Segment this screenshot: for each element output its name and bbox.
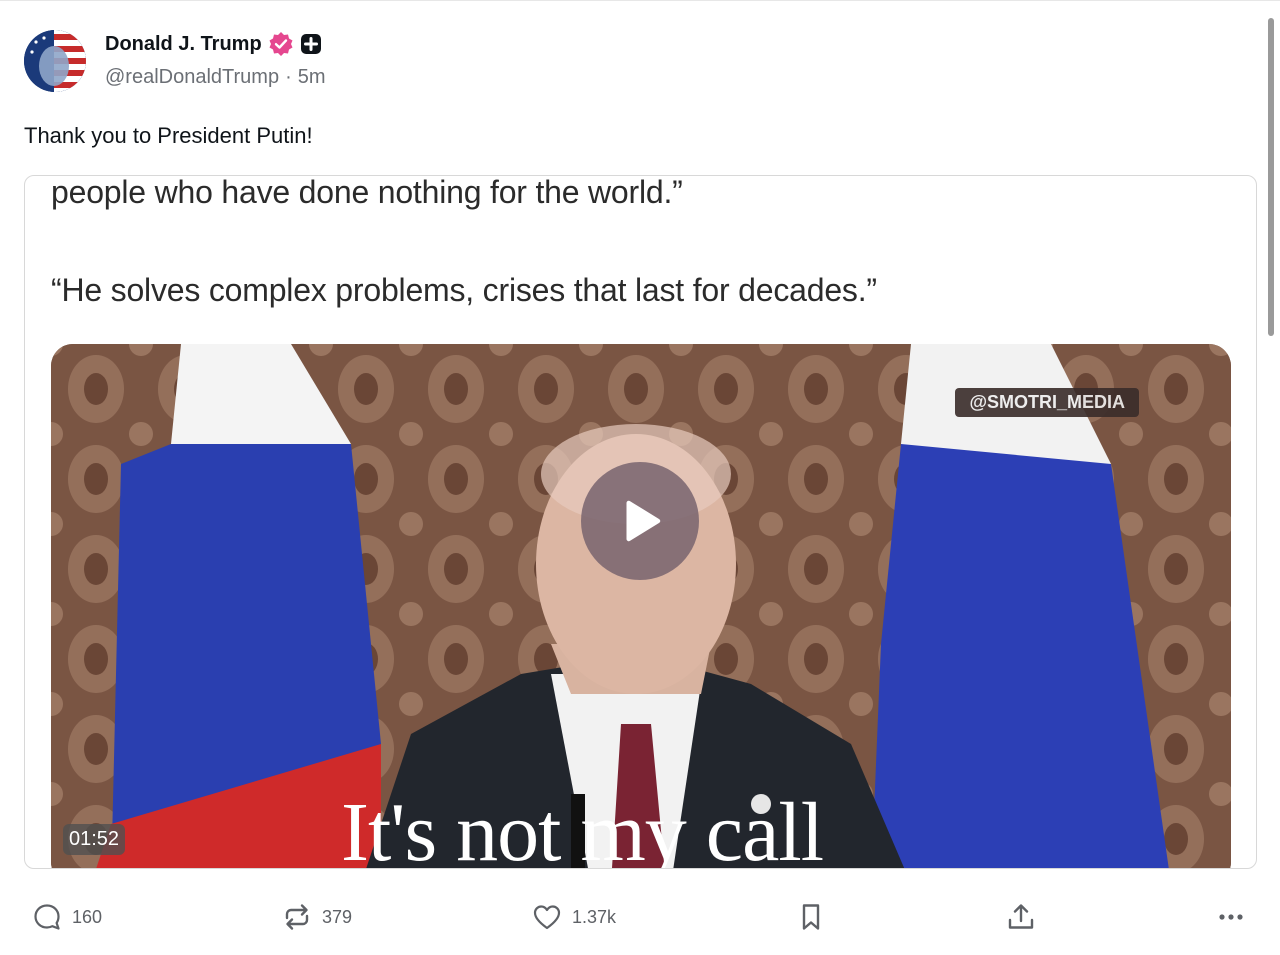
more-icon [1219, 914, 1243, 920]
retruth-icon [285, 904, 309, 930]
retruth-count: 379 [322, 906, 353, 927]
author-handle[interactable]: @realDonaldTrump [105, 66, 279, 89]
like-count: 1.37k [572, 906, 617, 927]
author-display-name[interactable]: Donald J. Trump [105, 33, 262, 56]
bookmark-icon [802, 904, 820, 930]
author-meta-row: @realDonaldTrump · 5m [105, 66, 326, 89]
media-quote-line-1: people who have done nothing for the wor… [51, 175, 683, 210]
share-icon [1008, 904, 1034, 929]
author-name-row: Donald J. Trump [105, 30, 322, 58]
post-text: Thank you to President Putin! [24, 123, 313, 148]
retruth-button[interactable]: 379 [282, 895, 352, 939]
bookmark-button[interactable] [796, 895, 826, 939]
play-icon [626, 500, 661, 542]
top-divider [0, 0, 1280, 1]
media-quote-line-2: “He solves complex problems, crises that… [51, 272, 877, 308]
reply-button[interactable]: 160 [32, 895, 102, 939]
video-subtitle: It's not my call [341, 786, 824, 869]
video-duration: 01:52 [63, 824, 126, 855]
reply-count: 160 [72, 906, 103, 927]
video-watermark: @SMOTRI_MEDIA [955, 388, 1139, 417]
avatar[interactable] [24, 30, 86, 92]
post-media[interactable]: people who have done nothing for the wor… [24, 175, 1257, 869]
plus-badge-icon [300, 33, 322, 55]
post-actions: 160 379 1.37k [0, 895, 1280, 939]
share-button[interactable] [1006, 895, 1036, 939]
meta-separator: · [285, 66, 292, 88]
more-options-button[interactable] [1216, 895, 1246, 939]
video-player[interactable]: @SMOTRI_MEDIA It's not my call 01:52 [51, 344, 1231, 869]
play-button[interactable] [581, 462, 699, 580]
post-timestamp[interactable]: 5m [298, 66, 326, 89]
scrollbar[interactable] [1268, 18, 1274, 336]
heart-icon [533, 905, 561, 930]
reply-icon [34, 904, 60, 930]
verified-badge-icon [268, 31, 294, 57]
like-button[interactable]: 1.37k [532, 895, 616, 939]
